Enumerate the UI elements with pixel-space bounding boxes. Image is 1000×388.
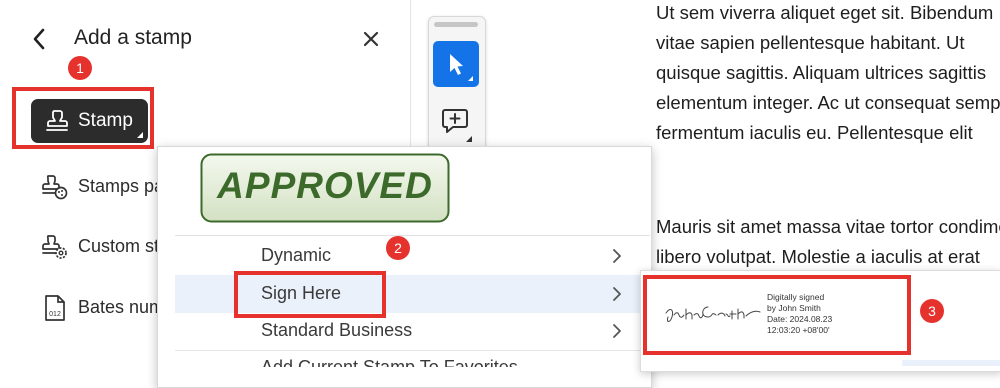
menu-item-bates-numbering[interactable]: 012 Bates numbering	[40, 293, 214, 323]
bates-file-icon: 012	[45, 295, 65, 321]
close-icon	[363, 31, 379, 47]
stamp-gear-icon	[42, 235, 67, 259]
document-text-line: quisque sagittis. Aliquam ultrices sagit…	[656, 62, 987, 83]
menu-divider	[175, 235, 650, 236]
close-button[interactable]	[360, 28, 382, 50]
step-badge-3: 3	[920, 299, 944, 323]
chevron-right-icon	[613, 287, 621, 301]
submenu-hover-strip	[902, 360, 1000, 366]
document-text-line: libero volutpat. Molestie a iaculis at e…	[656, 246, 980, 267]
approved-stamp-text: APPROVED	[217, 165, 433, 206]
toolbar-drag-handle[interactable]	[434, 22, 478, 27]
dropdown-item-label: Standard Business	[261, 320, 413, 340]
expand-corner-icon	[137, 132, 143, 138]
menu-item-stamps-palette[interactable]: Stamps palette	[40, 172, 198, 202]
cursor-arrow-icon	[450, 54, 473, 81]
signature-detail-line: Digitally signed	[767, 292, 825, 302]
dropdown-item-dynamic[interactable]: Dynamic	[175, 237, 650, 275]
svg-text:012: 012	[49, 311, 61, 318]
stamp-icon	[46, 110, 68, 131]
chevron-left-icon	[33, 28, 45, 50]
signature-detail-line: 12:03:20 +08'00'	[767, 325, 830, 335]
document-text-line: elementum integer. Ac ut consequat sempe…	[656, 92, 1000, 113]
stamp-button[interactable]: Stamp	[31, 99, 148, 143]
select-tool-button[interactable]	[433, 41, 479, 87]
stamp-palette-icon	[42, 175, 68, 200]
dropdown-item-label: Dynamic	[261, 245, 332, 265]
document-text-line: vitae sapien pellentesque habitant. Ut	[656, 32, 965, 53]
comment-add-icon	[442, 109, 472, 142]
handwritten-signature-image	[665, 306, 761, 322]
step-badge-1: 1	[68, 56, 92, 80]
menu-item-custom-stamps[interactable]: Custom stamps	[40, 232, 203, 262]
signature-detail-line: Date: 2024.08.23	[767, 314, 833, 324]
dropdown-item-add-to-favorites[interactable]: Add Current Stamp To Favorites	[175, 350, 650, 367]
step-badge-2: 2	[386, 236, 410, 260]
back-button[interactable]	[28, 26, 52, 52]
document-text-line: Mauris sit amet massa vitae tortor condi…	[656, 216, 1000, 237]
panel-title: Add a stamp	[74, 26, 192, 49]
signature-detail-line: by John Smith	[767, 303, 821, 313]
chevron-right-icon	[613, 249, 621, 263]
stamp-button-label: Stamp	[78, 110, 133, 131]
document-text-line: fermentum iaculis eu. Pellentesque elit	[656, 122, 973, 143]
document-text-line: Ut sem viverra aliquet eget sit. Bibendu…	[656, 2, 994, 23]
signature-stamp-option[interactable]: Digitally signed by John Smith Date: 202…	[660, 285, 900, 347]
add-comment-button[interactable]	[438, 104, 474, 144]
highlight-outline-sign-here	[234, 271, 386, 318]
chevron-right-icon	[613, 324, 621, 338]
approved-stamp-option[interactable]: APPROVED	[200, 153, 450, 223]
